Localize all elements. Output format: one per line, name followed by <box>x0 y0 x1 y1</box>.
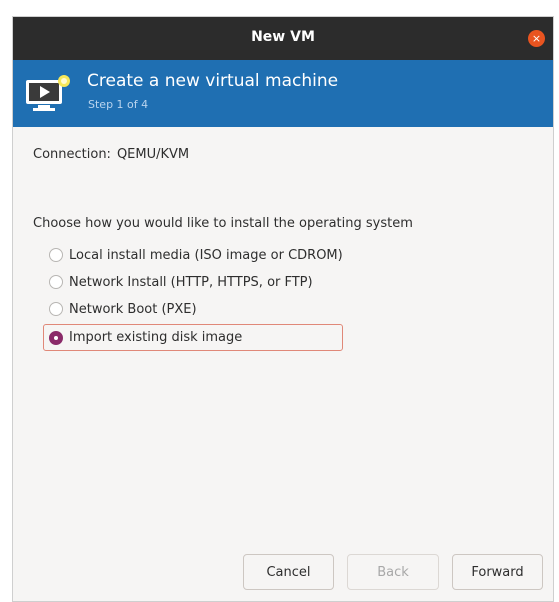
window-title: New VM <box>251 29 315 45</box>
cancel-button[interactable]: Cancel <box>243 554 334 590</box>
option-label: Network Install (HTTP, HTTPS, or FTP) <box>69 274 313 290</box>
wizard-header: Create a new virtual machine Step 1 of 4 <box>13 60 553 127</box>
wizard-title: Create a new virtual machine <box>87 71 339 91</box>
option-network-install[interactable]: Network Install (HTTP, HTTPS, or FTP) <box>49 270 343 294</box>
radio-button[interactable] <box>49 275 63 289</box>
install-method-prompt: Choose how you would like to install the… <box>33 216 413 231</box>
close-icon[interactable]: × <box>528 30 545 47</box>
connection-row: Connection: QEMU/KVM <box>33 147 189 162</box>
connection-label: Connection: <box>33 147 111 162</box>
connection-value: QEMU/KVM <box>116 147 190 162</box>
radio-button[interactable] <box>49 302 63 316</box>
new-vm-window: New VM × Create a new virtual machine St… <box>12 16 554 602</box>
virtual-machine-icon <box>26 75 70 111</box>
install-method-options: Local install media (ISO image or CDROM)… <box>43 243 343 354</box>
radio-button-selected[interactable] <box>49 330 63 345</box>
option-label: Import existing disk image <box>69 330 243 345</box>
option-import-disk-image[interactable]: Import existing disk image <box>43 324 343 351</box>
wizard-step: Step 1 of 4 <box>88 98 149 111</box>
title-bar[interactable]: New VM × <box>13 17 553 60</box>
forward-button[interactable]: Forward <box>452 554 543 590</box>
option-label: Local install media (ISO image or CDROM) <box>69 247 343 263</box>
option-label: Network Boot (PXE) <box>69 301 197 317</box>
radio-button[interactable] <box>49 248 63 262</box>
back-button[interactable]: Back <box>347 554 439 590</box>
option-network-boot[interactable]: Network Boot (PXE) <box>49 297 343 321</box>
option-local-install-media[interactable]: Local install media (ISO image or CDROM) <box>49 243 343 267</box>
